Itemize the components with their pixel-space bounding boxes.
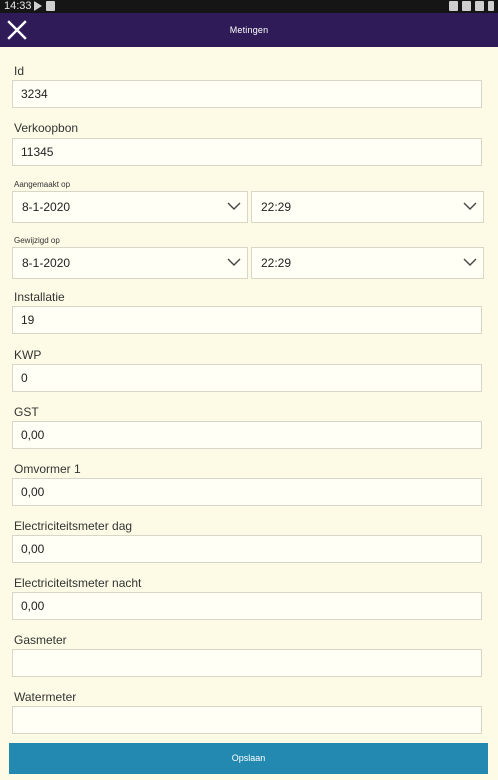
omvormer1-label: Omvormer 1 bbox=[14, 462, 81, 476]
chevron-down-icon bbox=[463, 258, 477, 266]
elec-night-label: Electriciteitsmeter nacht bbox=[14, 576, 142, 590]
installatie-label: Installatie bbox=[14, 290, 65, 304]
elec-day-field[interactable]: 0,00 bbox=[12, 535, 482, 563]
elec-day-label: Electriciteitsmeter dag bbox=[14, 519, 133, 533]
save-button[interactable]: Opslaan bbox=[9, 743, 488, 774]
battery-icon bbox=[488, 1, 494, 11]
kwp-label: KWP bbox=[14, 348, 42, 362]
kwp-field[interactable]: 0 bbox=[12, 364, 482, 392]
id-field[interactable]: 3234 bbox=[12, 80, 482, 108]
chevron-down-icon bbox=[227, 258, 241, 266]
omvormer1-field[interactable]: 0,00 bbox=[12, 478, 482, 506]
created-time-value: 22:29 bbox=[261, 200, 292, 214]
app-bar: Metingen bbox=[0, 13, 498, 47]
created-date-value: 8-1-2020 bbox=[22, 200, 71, 214]
id-label: Id bbox=[14, 64, 25, 78]
gst-label: GST bbox=[14, 405, 39, 419]
modified-date-value: 8-1-2020 bbox=[22, 256, 71, 270]
modified-time-value: 22:29 bbox=[261, 256, 292, 270]
modified-time-select[interactable]: 22:29 bbox=[251, 247, 484, 279]
watermeter-label: Watermeter bbox=[14, 690, 77, 704]
created-label: Aangemaakt op bbox=[14, 180, 71, 189]
signal-icon bbox=[475, 1, 484, 11]
installatie-field[interactable]: 19 bbox=[12, 306, 482, 334]
chevron-down-icon bbox=[463, 202, 477, 210]
watermeter-field[interactable] bbox=[12, 706, 482, 734]
notification-icon bbox=[46, 1, 55, 11]
verkoopbon-field[interactable]: 11345 bbox=[12, 138, 482, 166]
status-bar: 14:33 bbox=[0, 0, 498, 13]
save-bar: Opslaan bbox=[0, 743, 498, 780]
gst-field[interactable]: 0,00 bbox=[12, 421, 482, 449]
created-time-select[interactable]: 22:29 bbox=[251, 191, 484, 223]
modified-label: Gewijzigd op bbox=[14, 236, 60, 245]
gasmeter-label: Gasmeter bbox=[14, 633, 67, 647]
verkoopbon-label: Verkoopbon bbox=[14, 121, 79, 135]
status-time: 14:33 bbox=[4, 0, 32, 12]
media-play-icon bbox=[34, 1, 42, 11]
mute-icon bbox=[449, 1, 458, 11]
wifi-icon bbox=[462, 1, 471, 11]
measurement-form: Id 3234 Verkoopbon 11345 Aangemaakt op 8… bbox=[0, 47, 498, 743]
gasmeter-field[interactable] bbox=[12, 649, 482, 677]
page-title: Metingen bbox=[229, 25, 269, 35]
modified-date-select[interactable]: 8-1-2020 bbox=[12, 247, 248, 279]
elec-night-field[interactable]: 0,00 bbox=[12, 592, 482, 620]
chevron-down-icon bbox=[227, 202, 241, 210]
created-date-select[interactable]: 8-1-2020 bbox=[12, 191, 248, 223]
